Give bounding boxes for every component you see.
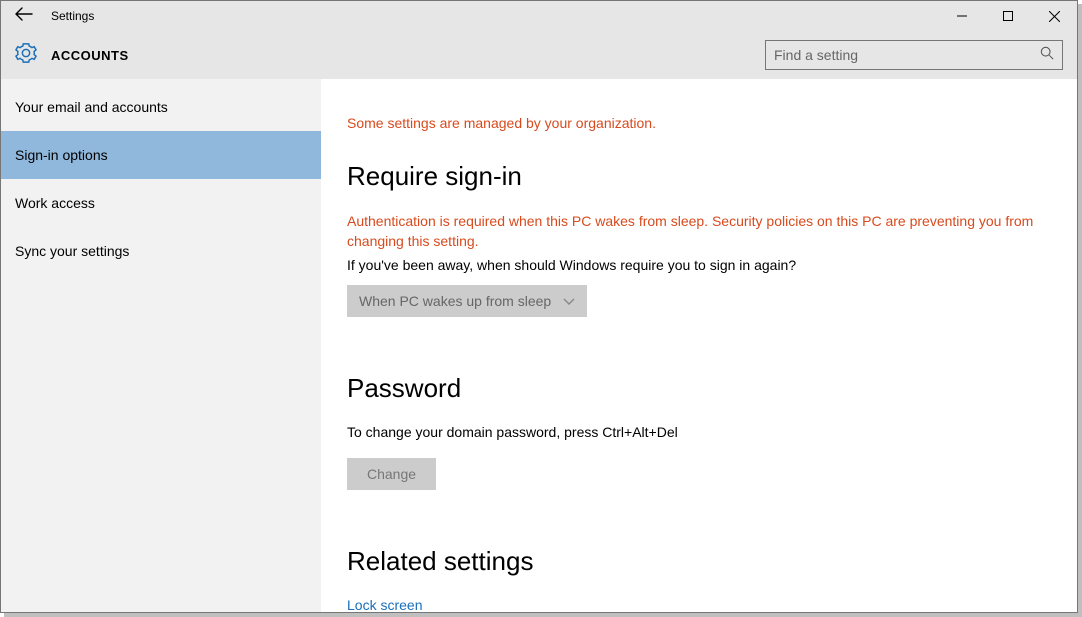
search-input[interactable]	[774, 47, 1040, 63]
sidebar-item-email-accounts[interactable]: Your email and accounts	[1, 83, 321, 131]
titlebar-left: Settings	[1, 7, 94, 25]
sidebar-item-signin-options[interactable]: Sign-in options	[1, 131, 321, 179]
section-title: ACCOUNTS	[51, 48, 129, 63]
minimize-button[interactable]	[939, 1, 985, 31]
auth-warning: Authentication is required when this PC …	[347, 212, 1051, 251]
sidebar-item-label: Work access	[15, 195, 95, 211]
sidebar-item-sync-settings[interactable]: Sync your settings	[1, 227, 321, 275]
sidebar-item-work-access[interactable]: Work access	[1, 179, 321, 227]
signin-description: If you've been away, when should Windows…	[347, 257, 1051, 273]
link-label: Lock screen	[347, 597, 422, 612]
org-managed-message: Some settings are managed by your organi…	[347, 115, 1051, 131]
change-button-label: Change	[367, 466, 416, 482]
header: ACCOUNTS	[1, 31, 1077, 79]
dropdown-value: When PC wakes up from sleep	[359, 293, 551, 309]
back-button[interactable]	[15, 7, 33, 25]
change-button: Change	[347, 458, 436, 490]
window-controls	[939, 1, 1077, 31]
gear-icon	[15, 42, 37, 69]
search-icon	[1040, 46, 1054, 65]
require-signin-heading: Require sign-in	[347, 161, 1051, 192]
main-panel: Some settings are managed by your organi…	[321, 79, 1077, 612]
sidebar: Your email and accounts Sign-in options …	[1, 79, 321, 612]
titlebar: Settings	[1, 1, 1077, 31]
related-settings-heading: Related settings	[347, 546, 1051, 577]
maximize-button[interactable]	[985, 1, 1031, 31]
header-left: ACCOUNTS	[15, 42, 129, 69]
chevron-down-icon	[563, 293, 575, 309]
lock-screen-link[interactable]: Lock screen	[347, 597, 1051, 612]
window-title: Settings	[51, 9, 94, 23]
body: Your email and accounts Sign-in options …	[1, 79, 1077, 612]
sidebar-item-label: Your email and accounts	[15, 99, 168, 115]
close-button[interactable]	[1031, 1, 1077, 31]
sidebar-item-label: Sync your settings	[15, 243, 129, 259]
search-box[interactable]	[765, 40, 1063, 70]
signin-timing-dropdown: When PC wakes up from sleep	[347, 285, 587, 317]
password-description: To change your domain password, press Ct…	[347, 424, 1051, 440]
sidebar-item-label: Sign-in options	[15, 147, 108, 163]
settings-window: Settings ACCOUNTS	[0, 0, 1078, 613]
password-heading: Password	[347, 373, 1051, 404]
